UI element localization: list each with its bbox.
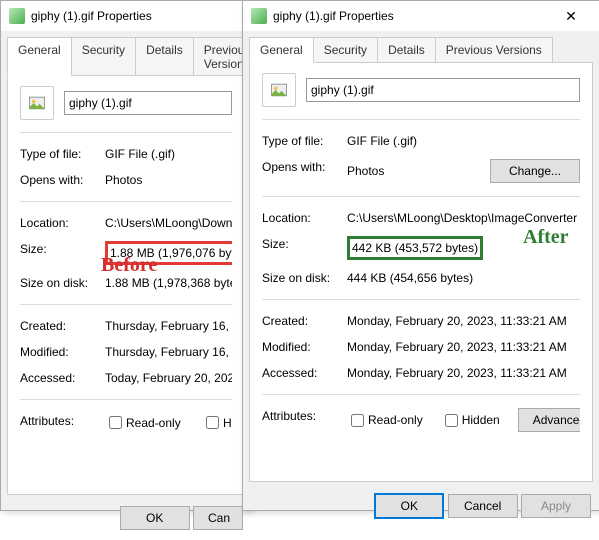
value-size-on-disk: 444 KB (454,656 bytes) [347,270,580,286]
tabs: General Security Details Previous Versio… [243,31,599,63]
label-size: Size: [20,241,105,265]
ok-button[interactable]: OK [120,506,190,530]
value-modified: Thursday, February 16, 2023, 3 [105,344,232,360]
value-opens-with: Photos [105,172,232,188]
file-icon [9,8,25,24]
hidden-label: Hidden [223,415,232,431]
annotation-before: Before [101,254,157,277]
label-opens-with: Opens with: [20,172,105,188]
tab-body: Type of file:GIF File (.gif) Opens with:… [249,62,593,482]
titlebar: giphy (1).gif Properties [1,1,251,31]
label-created: Created: [262,313,347,329]
cancel-button[interactable]: Cancel [448,494,518,518]
label-location: Location: [262,210,347,226]
dialog-buttons: OK Can [1,496,251,540]
hidden-label: Hidden [462,412,500,428]
ok-button[interactable]: OK [374,493,444,519]
apply-button[interactable]: Apply [521,494,591,518]
label-modified: Modified: [20,344,105,360]
readonly-label: Read-only [368,412,423,428]
value-modified: Monday, February 20, 2023, 11:33:21 AM [347,339,580,355]
titlebar: giphy (1).gif Properties ✕ [243,1,599,31]
label-accessed: Accessed: [20,370,105,386]
value-opens-with: Photos [347,163,490,179]
gif-icon [262,73,296,107]
label-type: Type of file: [262,133,347,149]
tab-previous-versions[interactable]: Previous Versions [435,37,553,63]
properties-dialog-before: giphy (1).gif Properties General Securit… [0,0,252,511]
readonly-checkbox[interactable]: Read-only [105,413,181,432]
value-location: C:\Users\MLoong\Desktop\ImageConverter [347,210,580,226]
tab-body: Type of file:GIF File (.gif) Opens with:… [7,75,245,495]
value-location: C:\Users\MLoong\Downloads [105,215,232,231]
tab-general[interactable]: General [7,37,72,76]
value-accessed: Today, February 20, 2023, 1 min [105,370,232,386]
window-title: giphy (1).gif Properties [273,9,551,23]
label-attributes: Attributes: [20,413,105,433]
cancel-button[interactable]: Can [193,506,243,530]
label-accessed: Accessed: [262,365,347,381]
value-accessed: Monday, February 20, 2023, 11:33:21 AM [347,365,580,381]
change-button[interactable]: Change... [490,159,580,183]
file-icon [251,8,267,24]
properties-dialog-after: giphy (1).gif Properties ✕ General Secur… [242,0,599,511]
label-size-on-disk: Size on disk: [20,275,105,291]
hidden-checkbox[interactable]: Hidden [202,413,232,432]
window-title: giphy (1).gif Properties [31,9,243,23]
filename-input[interactable] [64,91,232,115]
size-highlight-green: 442 KB (453,572 bytes) [347,236,483,260]
label-size: Size: [262,236,347,260]
annotation-after: After [523,226,569,249]
label-type: Type of file: [20,146,105,162]
label-location: Location: [20,215,105,231]
value-type: GIF File (.gif) [105,146,232,162]
close-icon[interactable]: ✕ [551,2,591,30]
tab-general[interactable]: General [249,37,314,63]
label-opens-with: Opens with: [262,159,347,183]
label-modified: Modified: [262,339,347,355]
dialog-buttons: OK Cancel Apply [243,483,599,529]
hidden-checkbox[interactable]: Hidden [441,411,500,430]
label-attributes: Attributes: [262,408,347,432]
value-size-on-disk: 1.88 MB (1,978,368 bytes) [105,275,232,291]
label-size-on-disk: Size on disk: [262,270,347,286]
advanced-button[interactable]: Advanced... [518,408,580,432]
tab-details[interactable]: Details [135,37,194,76]
value-created: Thursday, February 16, 2023, 3 [105,318,232,334]
value-type: GIF File (.gif) [347,133,580,149]
value-created: Monday, February 20, 2023, 11:33:21 AM [347,313,580,329]
tab-security[interactable]: Security [71,37,136,76]
tabs: General Security Details Previous Versio… [1,31,251,76]
tab-details[interactable]: Details [377,37,436,63]
tab-security[interactable]: Security [313,37,378,63]
label-created: Created: [20,318,105,334]
filename-input[interactable] [306,78,580,102]
readonly-label: Read-only [126,415,181,431]
gif-icon [20,86,54,120]
readonly-checkbox[interactable]: Read-only [347,411,423,430]
